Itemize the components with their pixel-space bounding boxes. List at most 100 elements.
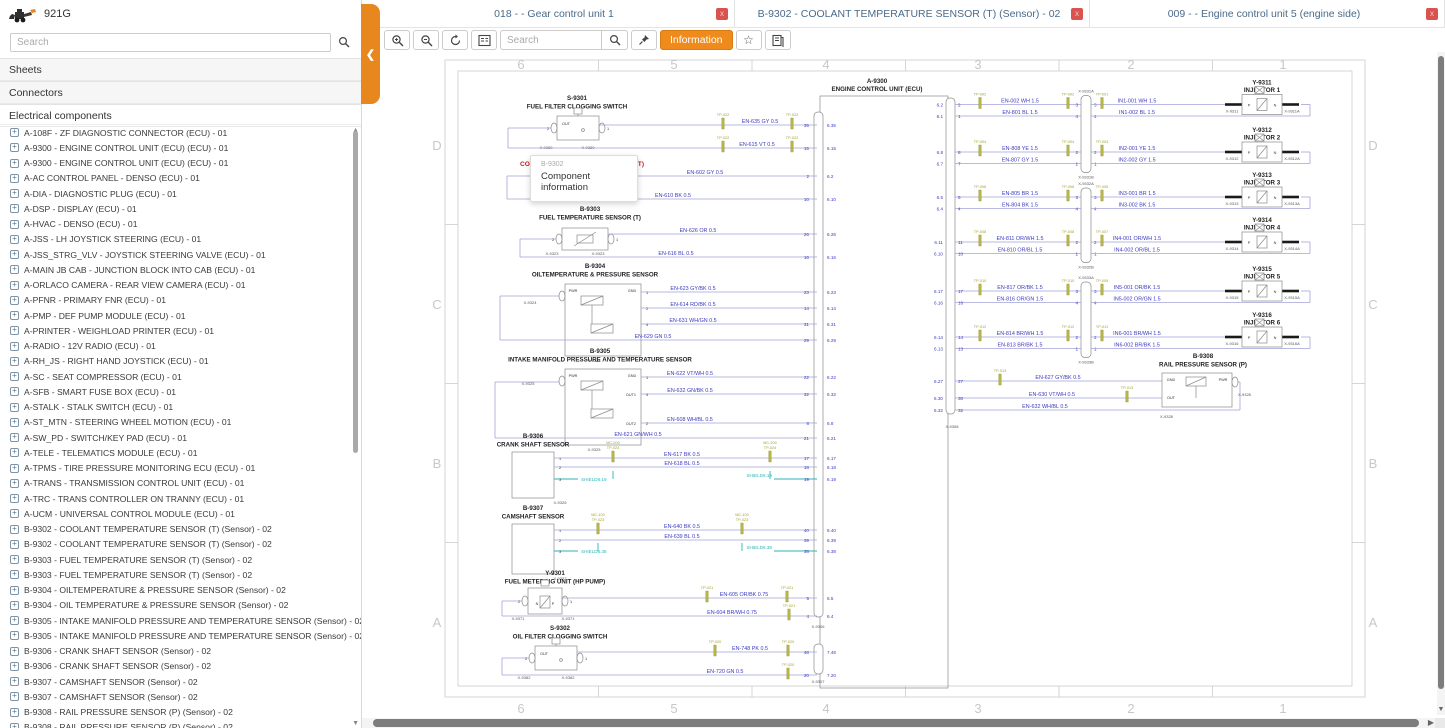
list-scroll-down-icon[interactable]: ▼ [352,720,359,727]
grid-view-button[interactable] [471,30,497,50]
component-list-item[interactable]: +A-MAIN JB CAB - JUNCTION BLOCK INTO CAB… [0,262,361,277]
expand-plus-icon[interactable]: + [10,677,19,686]
component-list-item[interactable]: +A-DSP - DISPLAY (ECU) - 01 [0,201,361,216]
expand-plus-icon[interactable]: + [10,433,19,442]
component-list-item[interactable]: +B-9303 - FUEL TEMPERATURE SENSOR (T) (S… [0,552,361,567]
expand-plus-icon[interactable]: + [10,662,19,671]
horizontal-scrollbar-thumb[interactable] [373,719,1419,727]
expand-plus-icon[interactable]: + [10,509,19,518]
expand-plus-icon[interactable]: + [10,555,19,564]
tab-close-button[interactable]: x [716,8,728,20]
vertical-scrollbar-thumb[interactable] [1438,56,1444,689]
component-list-item[interactable]: +A-RADIO - 12V RADIO (ECU) - 01 [0,339,361,354]
expand-plus-icon[interactable]: + [10,540,19,549]
component-list-item[interactable]: +A-UCM - UNIVERSAL CONTROL MODULE (ECU) … [0,506,361,521]
component-list-item[interactable]: +A-SW_PD - SWITCH/KEY PAD (ECU) - 01 [0,430,361,445]
component-list-item[interactable]: +B-9302 - COOLANT TEMPERATURE SENSOR (T)… [0,537,361,552]
sheet-pages-button[interactable] [765,30,791,50]
expand-plus-icon[interactable]: + [10,692,19,701]
component-list-item[interactable]: +B-9306 - CRANK SHAFT SENSOR (Sensor) - … [0,644,361,659]
component-list-item[interactable]: +A-AC CONTROL PANEL - DENSO (ECU) - 01 [0,171,361,186]
expand-plus-icon[interactable]: + [10,723,19,728]
popup-component-information-item[interactable]: Component information [531,169,637,201]
component-list-item[interactable]: +A-9300 - ENGINE CONTROL UNIT (ECU) (ECU… [0,156,361,171]
expand-plus-icon[interactable]: + [10,448,19,457]
component-list-item[interactable]: +A-108F - ZF DIAGNOSTIC CONNECTOR (ECU) … [0,125,361,140]
expand-plus-icon[interactable]: + [10,159,19,168]
vertical-scrollbar[interactable]: ▼ [1437,52,1445,715]
expand-plus-icon[interactable]: + [10,494,19,503]
component-list-item[interactable]: +A-ST_MTN - STEERING WHEEL MOTION (ECU) … [0,415,361,430]
expand-plus-icon[interactable]: + [10,220,19,229]
component-list-item[interactable]: +B-9302 - COOLANT TEMPERATURE SENSOR (T)… [0,522,361,537]
expand-plus-icon[interactable]: + [10,586,19,595]
expand-plus-icon[interactable]: + [10,631,19,640]
expand-plus-icon[interactable]: + [10,601,19,610]
expand-plus-icon[interactable]: + [10,418,19,427]
component-list-item[interactable]: +B-9307 - CAMSHAFT SENSOR (Sensor) - 02 [0,674,361,689]
component-list-item[interactable]: +A-PMP - DEF PUMP MODULE (ECU) - 01 [0,308,361,323]
zoom-in-button[interactable] [384,30,410,50]
expand-plus-icon[interactable]: + [10,403,19,412]
pin-button[interactable] [631,30,657,50]
expand-plus-icon[interactable]: + [10,464,19,473]
component-list-item[interactable]: +A-DIA - DIAGNOSTIC PLUG (ECU) - 01 [0,186,361,201]
sidebar-search-icon[interactable] [331,33,357,52]
expand-plus-icon[interactable]: + [10,143,19,152]
diagram-search-button[interactable] [602,30,628,50]
expand-plus-icon[interactable]: + [10,281,19,290]
sidebar-search-input[interactable] [10,33,331,52]
component-list-item[interactable]: +B-9303 - FUEL TEMPERATURE SENSOR (T) (S… [0,567,361,582]
expand-plus-icon[interactable]: + [10,296,19,305]
component-list-item[interactable]: +A-PRINTER - WEIGHLOAD PRINTER (ECU) - 0… [0,323,361,338]
rotate-button[interactable] [442,30,468,50]
expand-plus-icon[interactable]: + [10,616,19,625]
component-list-item[interactable]: +A-TELE - TELEMATICS MODULE (ECU) - 01 [0,445,361,460]
zoom-out-button[interactable] [413,30,439,50]
component-list-item[interactable]: +A-9300 - ENGINE CONTROL UNIT (ECU) (ECU… [0,140,361,155]
component-list-item[interactable]: +A-JSS - LH JOYSTICK STEERING (ECU) - 01 [0,232,361,247]
component-list-item[interactable]: +B-9306 - CRANK SHAFT SENSOR (Sensor) - … [0,659,361,674]
expand-plus-icon[interactable]: + [10,189,19,198]
expand-plus-icon[interactable]: + [10,235,19,244]
horizontal-scrollbar[interactable]: ▶ [362,718,1445,728]
expand-plus-icon[interactable]: + [10,570,19,579]
expand-plus-icon[interactable]: + [10,265,19,274]
component-list-item[interactable]: +B-9305 - INTAKE MANIFOLD PRESSURE AND T… [0,613,361,628]
expand-plus-icon[interactable]: + [10,525,19,534]
component-list-item[interactable]: +A-RH_JS - RIGHT HAND JOYSTICK (ECU) - 0… [0,354,361,369]
expand-plus-icon[interactable]: + [10,326,19,335]
sidebar-collapse-button[interactable]: ❮ [361,4,380,104]
expand-plus-icon[interactable]: + [10,311,19,320]
expand-plus-icon[interactable]: + [10,250,19,259]
sheet-tab[interactable]: 018 - - Gear control unit 1x [380,0,735,27]
favorite-star-button[interactable]: ☆ [736,30,762,50]
component-list-item[interactable]: +A-SC - SEAT COMPRESSOR (ECU) - 01 [0,369,361,384]
expand-plus-icon[interactable]: + [10,479,19,488]
scroll-right-arrow-icon[interactable]: ▶ [1428,718,1434,728]
expand-plus-icon[interactable]: + [10,342,19,351]
component-list-item[interactable]: +A-SFB - SMART FUSE BOX (ECU) - 01 [0,384,361,399]
component-list-item[interactable]: +A-TPMS - TIRE PRESSURE MONITORING ECU (… [0,461,361,476]
expand-plus-icon[interactable]: + [10,372,19,381]
accordion-sheets[interactable]: Sheets [0,58,361,81]
information-button[interactable]: Information [660,30,733,50]
diagram-canvas[interactable]: 665544332211DDCCBBAAA-9300ENGINE CONTROL… [380,52,1445,715]
accordion-connectors[interactable]: Connectors [0,81,361,104]
component-list-item[interactable]: +B-9307 - CAMSHAFT SENSOR (Sensor) - 02 [0,689,361,704]
component-list-item[interactable]: +B-9305 - INTAKE MANIFOLD PRESSURE AND T… [0,628,361,643]
component-list-item[interactable]: +A-ORLACO CAMERA - REAR VIEW CAMERA (ECU… [0,278,361,293]
tab-close-button[interactable]: x [1426,8,1438,20]
expand-plus-icon[interactable]: + [10,128,19,137]
sheet-tab[interactable]: B-9302 - COOLANT TEMPERATURE SENSOR (T) … [735,0,1090,27]
expand-plus-icon[interactable]: + [10,174,19,183]
component-list-item[interactable]: +A-STALK - STALK SWITCH (ECU) - 01 [0,400,361,415]
component-list-item[interactable]: +B-9308 - RAIL PRESSURE SENSOR (P) (Sens… [0,705,361,720]
scroll-down-arrow-icon[interactable]: ▼ [1437,706,1445,713]
component-list-item[interactable]: +A-PFNR - PRIMARY FNR (ECU) - 01 [0,293,361,308]
component-list-item[interactable]: +B-9304 - OILTEMPERATURE & PRESSURE SENS… [0,583,361,598]
component-list-item[interactable]: +A-TRANS - TRANSMISSION CONTROL UNIT (EC… [0,476,361,491]
expand-plus-icon[interactable]: + [10,708,19,717]
expand-plus-icon[interactable]: + [10,204,19,213]
expand-plus-icon[interactable]: + [10,647,19,656]
